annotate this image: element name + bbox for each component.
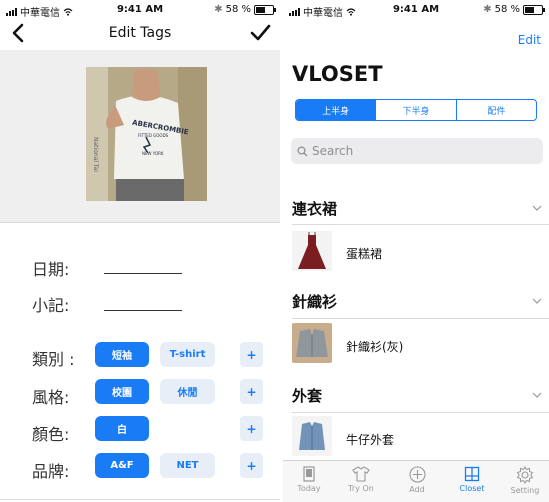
closet-screen: 中華電信 9:41 AM ✱ 58 % Edit VLOSET 上半身 下半身 … bbox=[283, 0, 549, 502]
battery-percent: 58 % bbox=[494, 4, 520, 15]
item-label[interactable]: 蛋糕裙 bbox=[346, 245, 382, 262]
gear-icon bbox=[516, 466, 534, 484]
status-bar: 中華電信 9:41 AM ✱ 58 % bbox=[283, 0, 549, 20]
add-style-button[interactable]: + bbox=[240, 379, 263, 404]
tab-setting[interactable]: Setting bbox=[499, 461, 549, 502]
section-divider bbox=[292, 318, 549, 319]
photo-area: ABERCROMBIE FITTED GOODS NEW YORK Nation… bbox=[0, 50, 280, 222]
tab-add[interactable]: Add bbox=[391, 461, 443, 502]
battery-icon bbox=[523, 4, 545, 15]
checkmark-icon[interactable] bbox=[248, 20, 272, 46]
category-tag[interactable]: 短袖 bbox=[95, 342, 149, 367]
tab-label: Add bbox=[409, 485, 425, 494]
style-tag[interactable]: 休閒 bbox=[160, 379, 215, 404]
category-label: 類別 : bbox=[32, 350, 75, 369]
item-thumbnail[interactable] bbox=[292, 323, 332, 363]
tab-label: Setting bbox=[510, 486, 540, 495]
tab-try-on[interactable]: Try On bbox=[335, 461, 387, 502]
closet-icon bbox=[464, 466, 480, 482]
today-icon bbox=[303, 466, 315, 482]
dress-image bbox=[292, 231, 332, 271]
divider bbox=[0, 222, 280, 223]
category-tag[interactable]: T-shirt bbox=[160, 342, 215, 367]
app-title: VLOSET bbox=[292, 62, 383, 86]
status-bar: 中華電信 9:41 AM ✱ 58 % bbox=[0, 0, 280, 20]
battery-percent: 58 % bbox=[225, 4, 251, 15]
bluetooth-icon: ✱ bbox=[483, 4, 492, 15]
section-title[interactable]: 連衣裙 bbox=[292, 198, 337, 219]
date-input[interactable] bbox=[104, 273, 182, 274]
brand-tag[interactable]: NET bbox=[160, 453, 215, 478]
add-color-button[interactable]: + bbox=[240, 416, 263, 441]
segment-tops[interactable]: 上半身 bbox=[296, 100, 376, 120]
segment-bottoms[interactable]: 下半身 bbox=[375, 100, 455, 120]
tab-label: Today bbox=[297, 484, 321, 493]
item-thumbnail[interactable] bbox=[292, 231, 332, 271]
shirt-icon bbox=[352, 466, 370, 482]
section-divider bbox=[292, 224, 549, 225]
chevron-down-icon[interactable] bbox=[532, 391, 542, 399]
segmented-control: 上半身 下半身 配件 bbox=[295, 99, 537, 121]
style-tag[interactable]: 校園 bbox=[95, 379, 149, 404]
photo-text-side: National Tai bbox=[92, 137, 99, 172]
note-label: 小記: bbox=[32, 296, 70, 315]
page-title: Edit Tags bbox=[108, 25, 172, 41]
note-input[interactable] bbox=[104, 310, 182, 311]
nav-bar: Edit Tags bbox=[0, 20, 280, 48]
tab-label: Try On bbox=[348, 484, 374, 493]
clothing-photo[interactable]: ABERCROMBIE FITTED GOODS NEW YORK Nation… bbox=[86, 67, 207, 201]
search-bar[interactable]: Search bbox=[291, 138, 543, 164]
cardigan-image bbox=[292, 323, 332, 363]
add-icon bbox=[408, 466, 426, 483]
photo-text-line2: FITTED GOODS bbox=[138, 133, 169, 138]
photo-illustration: ABERCROMBIE FITTED GOODS NEW YORK Nation… bbox=[86, 67, 207, 201]
chevron-down-icon[interactable] bbox=[532, 297, 542, 305]
photo-text-line3: NEW YORK bbox=[142, 151, 164, 156]
color-tag[interactable]: 白 bbox=[95, 416, 149, 441]
section-divider bbox=[292, 412, 549, 413]
item-label[interactable]: 牛仔外套 bbox=[346, 431, 394, 448]
bluetooth-icon: ✱ bbox=[214, 4, 223, 15]
segment-accessories[interactable]: 配件 bbox=[455, 100, 536, 120]
tab-today[interactable]: Today bbox=[283, 461, 335, 502]
section-title[interactable]: 外套 bbox=[292, 385, 322, 406]
edit-tags-screen: 中華電信 9:41 AM ✱ 58 % Edit Tags ABERCROMBI… bbox=[0, 0, 280, 502]
style-label: 風格: bbox=[32, 388, 70, 407]
section-title[interactable]: 針織衫 bbox=[292, 291, 337, 312]
color-label: 顏色: bbox=[32, 425, 70, 444]
bottom-divider bbox=[0, 499, 280, 500]
brand-tag[interactable]: A&F bbox=[95, 453, 149, 478]
item-thumbnail[interactable] bbox=[292, 416, 332, 456]
search-icon bbox=[297, 145, 308, 156]
battery-icon bbox=[254, 4, 276, 15]
brand-label: 品牌: bbox=[32, 462, 70, 481]
tab-bar: Today Try On Add Closet Setting bbox=[283, 460, 549, 502]
chevron-down-icon[interactable] bbox=[532, 204, 542, 212]
tab-closet[interactable]: Closet bbox=[446, 461, 498, 502]
tab-label: Closet bbox=[459, 484, 485, 493]
edit-button[interactable]: Edit bbox=[518, 33, 541, 47]
add-category-button[interactable]: + bbox=[240, 342, 263, 367]
denim-jacket-image bbox=[292, 416, 332, 456]
search-placeholder: Search bbox=[312, 144, 354, 158]
date-label: 日期: bbox=[32, 260, 70, 279]
item-label[interactable]: 針織衫(灰) bbox=[346, 338, 403, 355]
add-brand-button[interactable]: + bbox=[240, 453, 263, 478]
